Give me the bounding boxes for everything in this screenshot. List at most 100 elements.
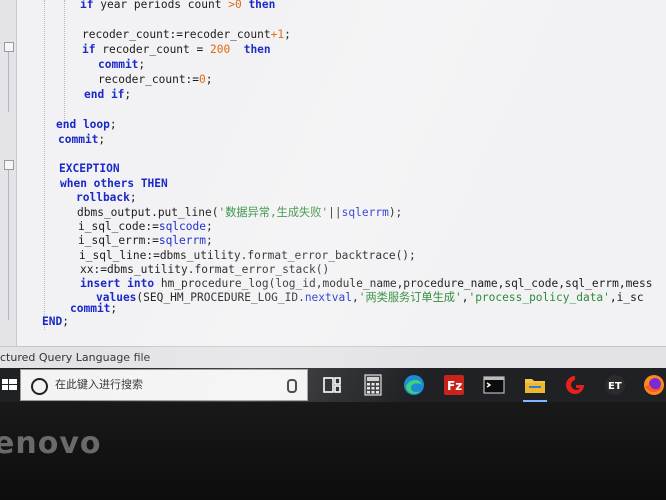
code-token: dbms_output.put_line( [77, 206, 219, 219]
code-line[interactable]: commit; [58, 132, 105, 147]
fold-line [8, 52, 9, 112]
code-token: i_sql_line:=dbms_utility.format_error_ba… [79, 249, 416, 262]
code-token: then [248, 0, 276, 11]
code-token: 200 [210, 43, 231, 56]
code-token: 0 [199, 73, 206, 86]
terminal-icon[interactable] [482, 373, 506, 397]
code-token: (SEQ_HM_PROCEDURE_LOG_ID. [136, 291, 305, 304]
code-token: ; [205, 73, 213, 86]
code-line[interactable]: commit; [98, 57, 145, 72]
code-token: +1 [270, 28, 285, 41]
code-line[interactable]: if recoder_count = 200 then [82, 42, 271, 57]
indent-guide [44, 0, 46, 330]
svg-text:Fz: Fz [447, 379, 462, 393]
code-token: xx:=dbms_utility.format_error_stack() [80, 263, 330, 276]
code-token: ; [62, 315, 69, 328]
code-line[interactable]: rollback; [76, 190, 137, 205]
microphone-icon[interactable] [287, 379, 297, 393]
edge-icon[interactable] [402, 373, 426, 397]
code-token: ,i_sc [609, 291, 644, 304]
code-token: 'process_policy_data' [468, 291, 610, 304]
code-token: ; [129, 191, 137, 204]
code-token: recoder_count:=recoder_count [82, 28, 271, 41]
monitor-brand-logo: enovo [0, 426, 102, 461]
firefox-icon[interactable] [642, 373, 666, 397]
code-line[interactable]: commit; [70, 301, 117, 316]
code-token: then [243, 43, 271, 56]
code-token: ; [124, 88, 132, 101]
svg-text:ET: ET [608, 381, 622, 392]
code-line[interactable]: end if; [84, 87, 131, 102]
code-token: if [82, 43, 96, 56]
taskbar-search-box[interactable]: 在此键入进行搜索 [20, 369, 308, 401]
code-line[interactable]: insert into hm_procedure_log(log_id,modu… [80, 276, 653, 291]
code-editor[interactable]: if year periods count >0 then recoder_cou… [0, 0, 666, 346]
file-explorer-icon[interactable] [523, 373, 547, 402]
search-placeholder: 在此键入进行搜索 [55, 378, 143, 391]
code-token: >0 [228, 0, 242, 11]
indent-guide [64, 0, 66, 120]
code-token: sqlerrm [158, 234, 206, 247]
code-token: ); [388, 206, 403, 219]
windows-start-icon[interactable] [0, 368, 20, 402]
code-line[interactable]: END; [42, 314, 69, 329]
code-token: i_sql_errm:= [78, 234, 159, 247]
code-token: ; [109, 118, 117, 131]
status-bar: ctured Query Language file [0, 346, 666, 369]
file-type-label: ctured Query Language file [0, 351, 151, 364]
code-line[interactable]: recoder_count:=recoder_count+1; [82, 27, 291, 42]
code-line[interactable]: i_sql_errm:=sqlerrm; [78, 233, 213, 248]
code-line[interactable]: when others THEN [60, 176, 168, 191]
code-token: recoder_count:= [98, 73, 200, 86]
code-line[interactable]: dbms_output.put_line('数据异常,生成失败'||sqlerr… [77, 205, 402, 220]
code-line[interactable]: recoder_count:=0; [98, 72, 213, 87]
code-token: '两类服务订单生成' [358, 291, 462, 304]
code-token: END [42, 315, 63, 328]
code-token: commit [58, 133, 99, 146]
calculator-icon[interactable] [361, 373, 385, 397]
code-token: '数据异常,生成失败' [218, 206, 329, 219]
code-token: nextval [304, 291, 352, 304]
code-token: if [80, 0, 94, 11]
code-line[interactable]: values(SEQ_HM_PROCEDURE_LOG_ID.nextval,'… [96, 290, 644, 305]
code-token: recoder_count = [95, 43, 210, 56]
taskbar: 在此键入进行搜索 Fz ET [0, 368, 666, 402]
code-token: commit [98, 58, 139, 71]
code-line[interactable]: xx:=dbms_utility.format_error_stack() [80, 262, 329, 277]
red-app-icon[interactable] [563, 373, 587, 397]
screen: if year periods count >0 then recoder_cou… [0, 0, 666, 402]
code-token: ; [284, 28, 291, 41]
code-token: ; [205, 234, 213, 247]
task-view-icon[interactable] [320, 373, 344, 397]
code-token: end if [84, 88, 125, 101]
code-token: ; [98, 133, 106, 146]
code-token: i_sql_code:= [78, 220, 159, 233]
code-token: commit [70, 302, 111, 315]
code-token: year periods count [93, 0, 229, 11]
code-token: sqlcode [158, 220, 206, 233]
code-token: , [351, 291, 359, 304]
code-token: ; [138, 58, 146, 71]
code-token: end loop [56, 118, 110, 131]
code-line[interactable]: i_sql_line:=dbms_utility.format_error_ba… [79, 248, 416, 263]
editor-gutter [0, 0, 17, 346]
et-app-icon[interactable]: ET [603, 373, 627, 397]
code-token: ; [110, 302, 118, 315]
code-token: hm_procedure_log(log_id,module_name,proc… [154, 277, 653, 290]
search-icon [31, 378, 48, 395]
code-token: EXCEPTION [59, 162, 120, 175]
code-token: when others THEN [60, 177, 168, 190]
fold-toggle[interactable] [4, 160, 14, 170]
code-token: ; [205, 220, 213, 233]
code-line[interactable]: end loop; [56, 117, 117, 132]
filezilla-icon[interactable]: Fz [442, 373, 466, 397]
code-line[interactable]: EXCEPTION [59, 161, 120, 176]
code-token: rollback [76, 191, 130, 204]
code-line[interactable]: i_sql_code:=sqlcode; [78, 219, 213, 234]
fold-toggle[interactable] [4, 42, 14, 52]
code-token: || [328, 206, 342, 219]
code-token: sqlerrm [341, 206, 389, 219]
code-line[interactable]: if year periods count >0 then [80, 0, 275, 12]
code-token: insert into [80, 277, 155, 290]
